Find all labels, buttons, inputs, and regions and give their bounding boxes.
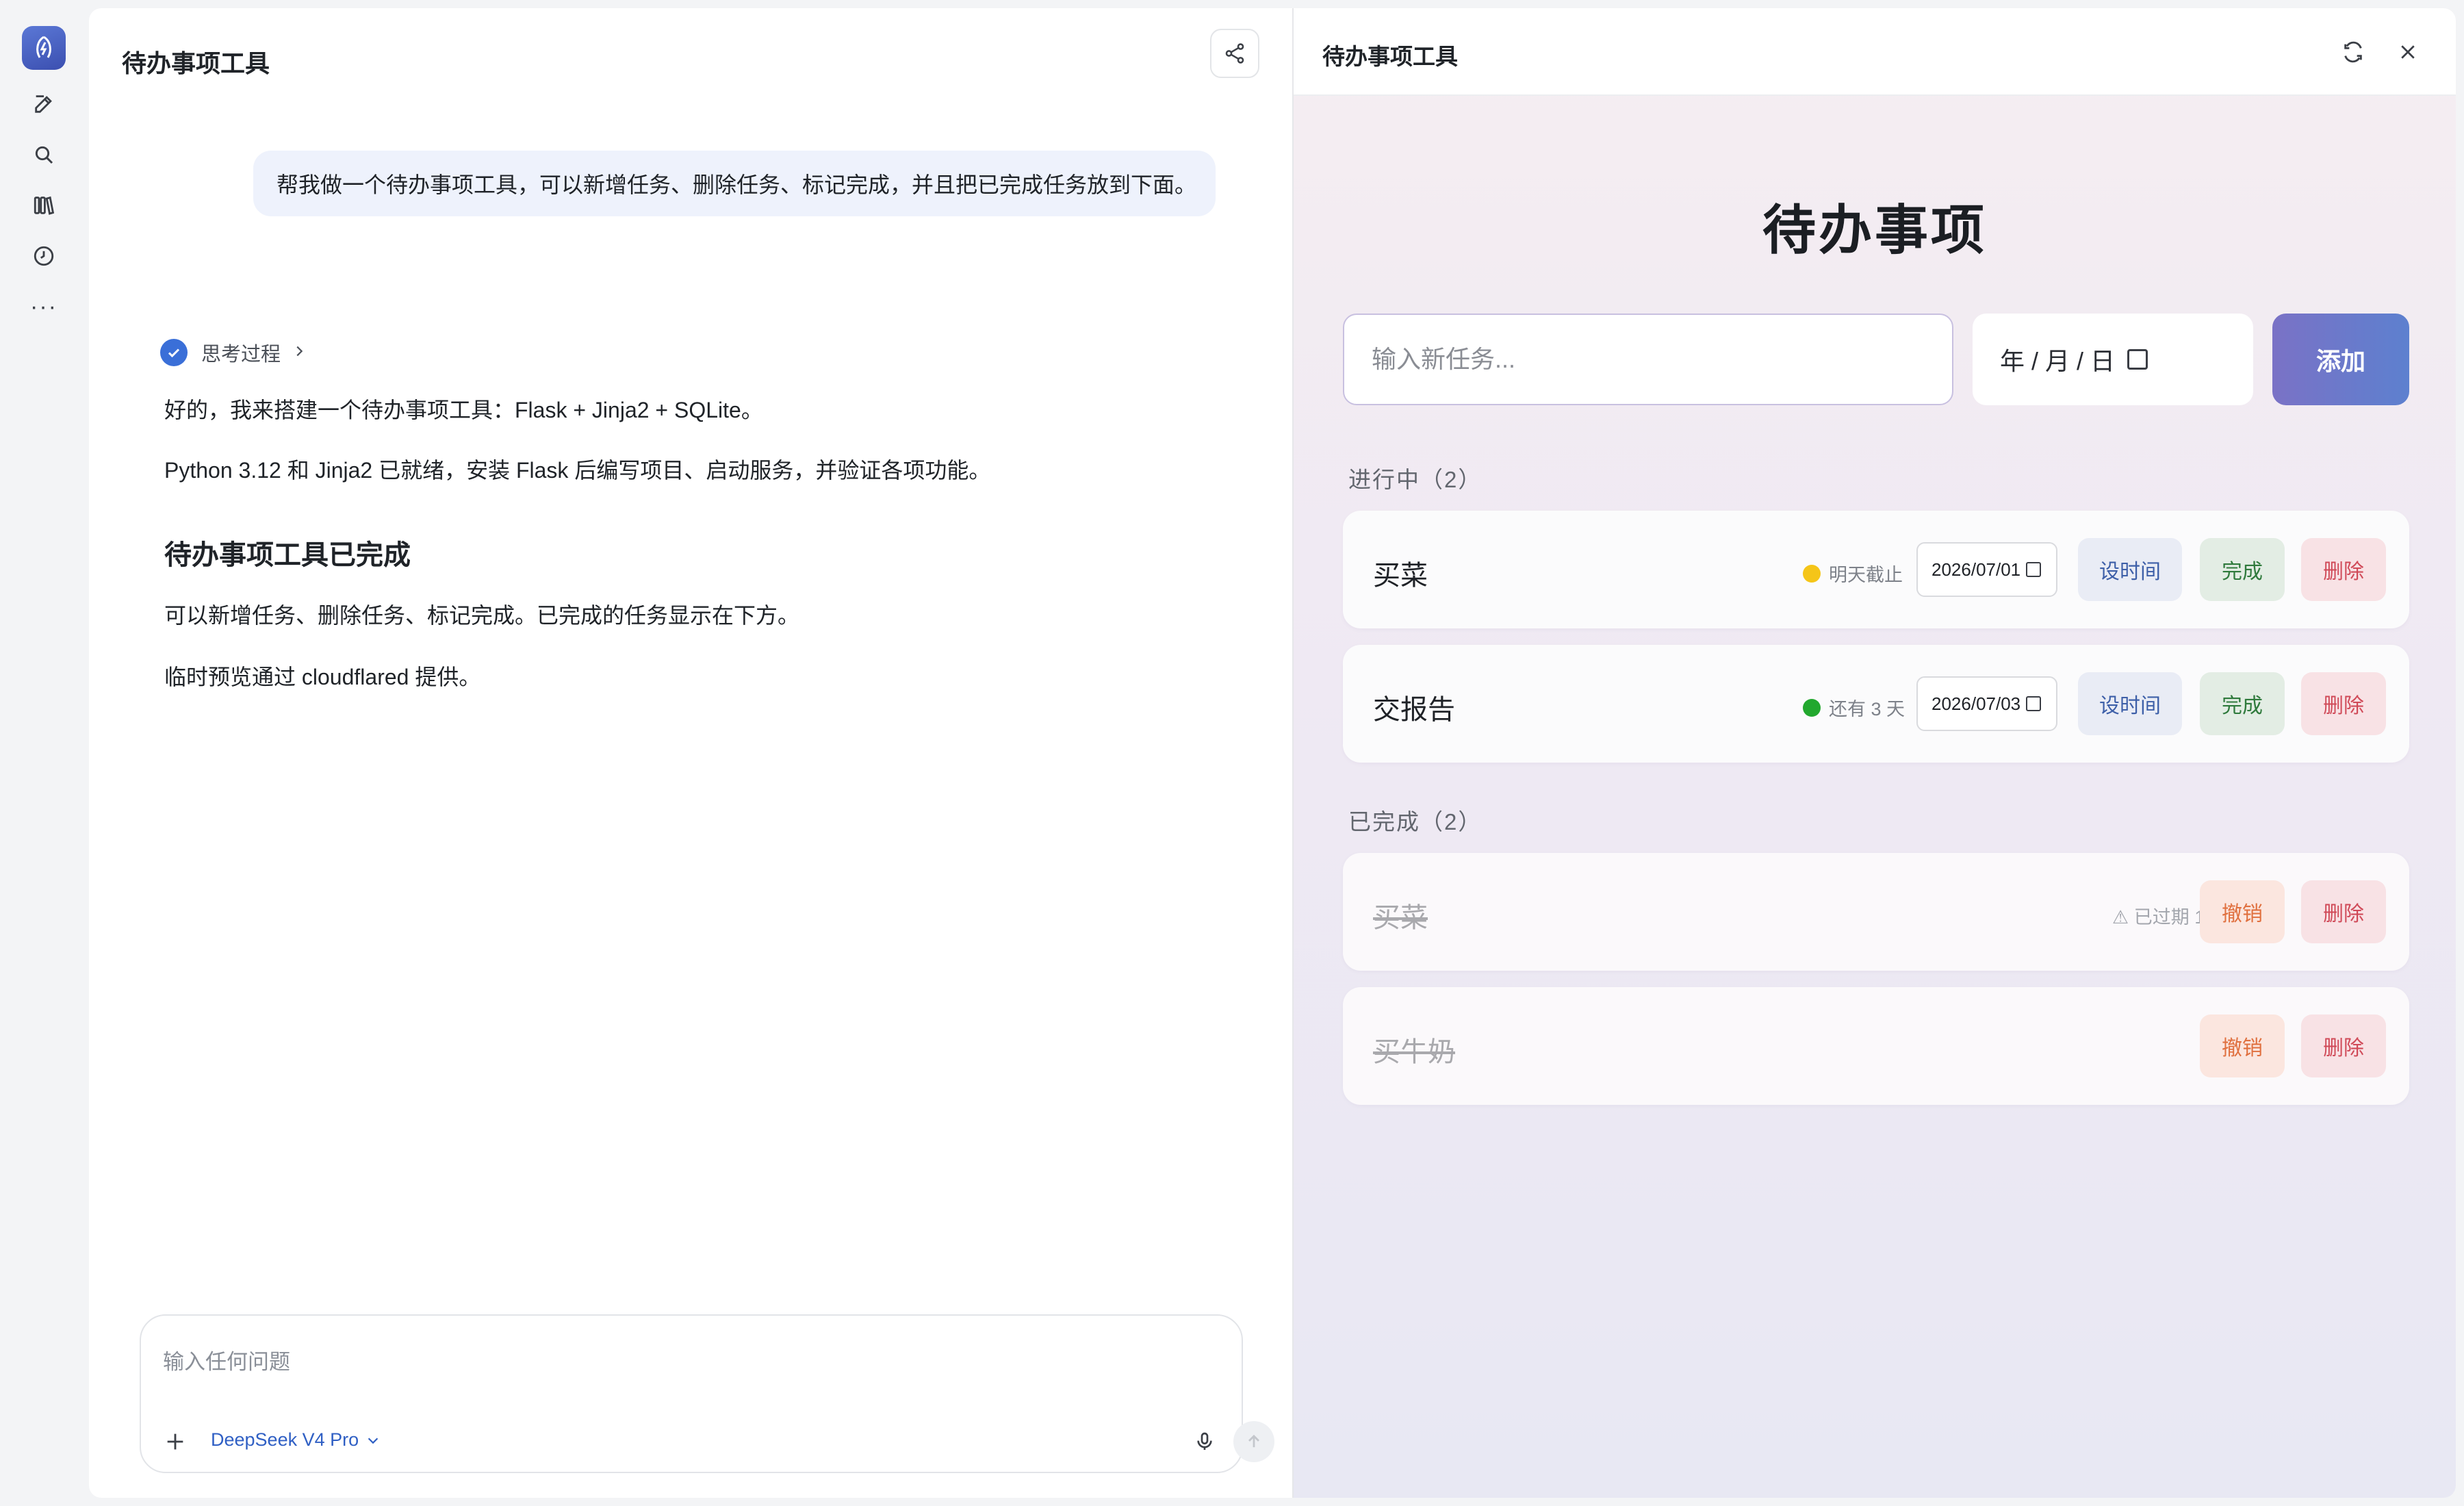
more-icon[interactable]: ··· bbox=[27, 290, 60, 323]
status-text: 明天截止 bbox=[1829, 565, 1903, 585]
status-text: 还有 3 天 bbox=[1829, 699, 1905, 719]
search-icon[interactable] bbox=[27, 138, 60, 171]
complete-button[interactable]: 完成 bbox=[2200, 672, 2285, 735]
chevron-right-icon bbox=[292, 342, 307, 364]
task-card-done: 买牛奶 撤销 删除 bbox=[1343, 987, 2409, 1105]
set-time-button[interactable]: 设时间 bbox=[2078, 538, 2182, 601]
model-selector[interactable]: DeepSeek V4 Pro bbox=[211, 1429, 381, 1451]
in-progress-heading: 进行中（2） bbox=[1348, 467, 1483, 492]
mic-icon[interactable] bbox=[1188, 1425, 1221, 1458]
task-name: 买菜 bbox=[1373, 903, 1428, 933]
chevron-down-icon bbox=[368, 1437, 378, 1444]
undo-button[interactable]: 撤销 bbox=[2200, 1014, 2285, 1077]
task-date-field[interactable]: 2026/07/03 bbox=[1916, 676, 2057, 731]
date-placeholder: 年 / 月 / 日 bbox=[2000, 347, 2116, 375]
composer-input[interactable]: 输入任何问题 bbox=[163, 1344, 290, 1375]
thinking-toggle[interactable]: 思考过程 bbox=[160, 338, 307, 367]
task-date: 2026/07/03 bbox=[1932, 693, 2021, 714]
app-logo-icon[interactable] bbox=[22, 26, 66, 70]
complete-button[interactable]: 完成 bbox=[2200, 538, 2285, 601]
library-icon[interactable] bbox=[27, 189, 60, 222]
task-card: 买菜 明天截止 2026/07/01 设时间 完成 删除 bbox=[1343, 511, 2409, 628]
add-task-button[interactable]: 添加 bbox=[2272, 314, 2409, 405]
task-name: 买菜 bbox=[1373, 561, 1428, 591]
send-button[interactable] bbox=[1233, 1421, 1274, 1462]
share-button[interactable] bbox=[1210, 29, 1259, 78]
preview-header: 待办事项工具 bbox=[1294, 8, 2456, 96]
send-arrow-icon bbox=[1248, 1434, 1259, 1448]
left-rail: ··· bbox=[0, 0, 88, 1506]
calendar-icon bbox=[2127, 349, 2148, 370]
status-dot-icon bbox=[1803, 698, 1821, 717]
delete-button[interactable]: 删除 bbox=[2301, 1014, 2386, 1077]
model-name: DeepSeek V4 Pro bbox=[211, 1429, 359, 1450]
task-status: 还有 3 天 bbox=[1803, 694, 1905, 721]
set-time-button[interactable]: 设时间 bbox=[2078, 672, 2182, 735]
delete-button[interactable]: 删除 bbox=[2301, 880, 2386, 943]
calendar-icon bbox=[2026, 562, 2042, 577]
task-name: 买牛奶 bbox=[1373, 1037, 1455, 1067]
preview-panel: 待办事项工具 待办事项 年 / 月 / 日 添加 进行中（2） 买菜 明天截止 … bbox=[1292, 8, 2456, 1498]
history-icon[interactable] bbox=[27, 240, 60, 272]
chat-panel: 待办事项工具 帮我做一个待办事项工具，可以新增任务、删除任务、标记完成，并且把已… bbox=[89, 8, 1292, 1498]
thinking-label: 思考过程 bbox=[201, 344, 281, 366]
preview-title: 待办事项工具 bbox=[1322, 44, 1458, 69]
plus-icon[interactable] bbox=[159, 1425, 192, 1458]
chat-title: 待办事项工具 bbox=[122, 49, 270, 77]
undo-button[interactable]: 撤销 bbox=[2200, 880, 2285, 943]
close-icon[interactable] bbox=[2391, 36, 2424, 68]
answer-text: 临时预览通过 cloudflared 提供。 bbox=[164, 665, 481, 689]
calendar-icon bbox=[2026, 696, 2042, 711]
app-title: 待办事项 bbox=[1762, 200, 1987, 260]
answer-text: 好的，我来搭建一个待办事项工具：Flask + Jinja2 + SQLite。 bbox=[164, 398, 763, 422]
task-date-field[interactable]: 2026/07/01 bbox=[1916, 542, 2057, 597]
delete-button[interactable]: 删除 bbox=[2301, 672, 2386, 735]
message-composer[interactable]: 输入任何问题 DeepSeek V4 Pro bbox=[140, 1314, 1274, 1473]
task-name: 交报告 bbox=[1373, 695, 1455, 725]
delete-button[interactable]: 删除 bbox=[2301, 538, 2386, 601]
task-card: 交报告 还有 3 天 2026/07/03 设时间 完成 删除 bbox=[1343, 645, 2409, 763]
answer-heading: 待办事项工具已完成 bbox=[164, 540, 411, 570]
user-message: 帮我做一个待办事项工具，可以新增任务、删除任务、标记完成，并且把已完成任务放到下… bbox=[253, 151, 1216, 216]
task-date: 2026/07/01 bbox=[1932, 559, 2021, 580]
answer-text: 可以新增任务、删除任务、标记完成。已完成的任务显示在下方。 bbox=[164, 603, 800, 628]
new-chat-icon[interactable] bbox=[27, 88, 60, 120]
task-card-done: 买菜 ⚠ 已过期 1 天 撤销 删除 bbox=[1343, 853, 2409, 971]
refresh-icon[interactable] bbox=[2337, 36, 2370, 68]
share-icon bbox=[1225, 43, 1244, 64]
check-icon bbox=[160, 339, 188, 366]
task-status: 明天截止 bbox=[1803, 560, 1903, 587]
done-heading: 已完成（2） bbox=[1348, 809, 1483, 834]
due-date-input[interactable]: 年 / 月 / 日 bbox=[1973, 314, 2253, 405]
status-dot-icon bbox=[1803, 564, 1821, 583]
answer-text: Python 3.12 和 Jinja2 已就绪，安装 Flask 后编写项目、… bbox=[164, 458, 991, 483]
new-task-input[interactable] bbox=[1343, 314, 1953, 405]
